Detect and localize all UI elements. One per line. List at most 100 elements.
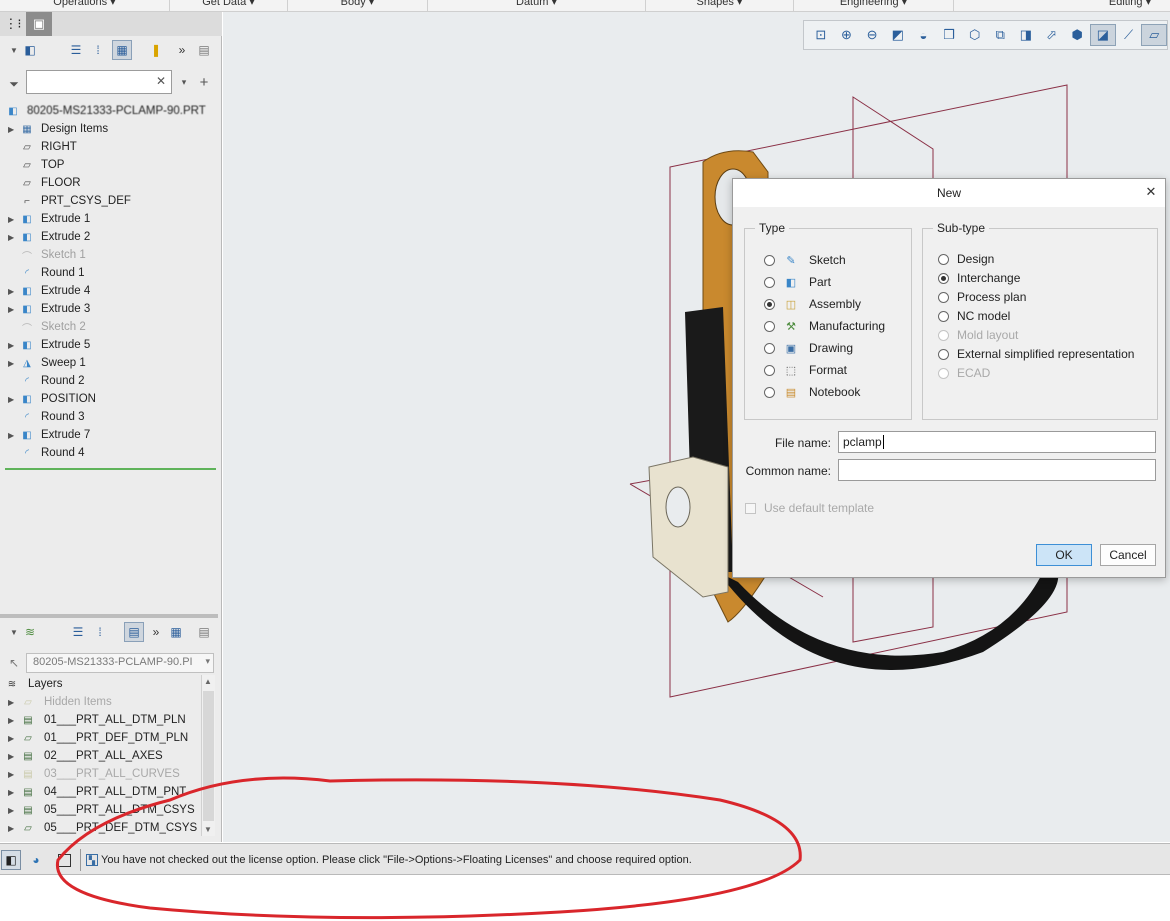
radio-circle[interactable] [764, 276, 775, 288]
model-tree-item[interactable]: ◜ Round 4 [0, 444, 215, 462]
layers-header[interactable]: ≋ Layers [0, 675, 200, 693]
model-tree-item[interactable]: ▶ ▦ Design Items [0, 120, 215, 138]
radio-circle[interactable] [938, 253, 949, 265]
expand-arrow-icon[interactable]: ▶ [8, 752, 20, 761]
subtype-option[interactable]: External simplified representation [938, 346, 1134, 362]
radio-circle[interactable] [938, 310, 949, 322]
dialog-title-bar[interactable]: New [733, 179, 1165, 207]
layer-list-icon[interactable]: ☰ [68, 622, 88, 642]
expand-arrow-icon[interactable]: ▶ [8, 806, 20, 815]
model-tree-item[interactable]: ▶ ◧ Extrude 4 [0, 282, 215, 300]
model-tree-icon[interactable]: ◧ [20, 40, 40, 60]
expand-arrow-icon[interactable]: ▶ [8, 215, 20, 224]
ribbon-group-editing[interactable]: Editing ▾ [1090, 0, 1170, 11]
layer-scrollbar[interactable]: ▲ ▼ [201, 675, 215, 836]
model-tree-item[interactable]: ⌒ Sketch 1 [0, 246, 215, 264]
type-option[interactable]: ◧ Part [764, 274, 831, 290]
type-option[interactable]: ✎ Sketch [764, 252, 846, 268]
ribbon-group-shapes[interactable]: Shapes ▾ [646, 0, 794, 11]
subtype-option[interactable]: Process plan [938, 289, 1026, 305]
full-screen-icon[interactable] [54, 850, 74, 870]
model-tree-item[interactable]: ▶ ◮ Sweep 1 [0, 354, 215, 372]
expand-arrow-icon[interactable]: ▶ [8, 359, 20, 368]
insert-marker[interactable] [5, 468, 216, 470]
model-tree-item[interactable]: ▶ ◧ Extrude 3 [0, 300, 215, 318]
expand-arrow-icon[interactable]: ▶ [8, 734, 20, 743]
layer-item[interactable]: ▶ ▱ 05___PRT_DEF_DTM_CSYS [0, 819, 200, 837]
search-dropdown-icon[interactable]: ▾ [174, 72, 194, 92]
tree-columns-icon[interactable]: ⁞ [88, 40, 108, 60]
model-tree-item[interactable]: ◜ Round 3 [0, 408, 215, 426]
model-tree-item[interactable]: ▱ TOP [0, 156, 215, 174]
type-option[interactable]: ▣ Drawing [764, 340, 853, 356]
model-tree-item[interactable]: ⌒ Sketch 2 [0, 318, 215, 336]
model-tree-root[interactable]: ◧ 80205-MS21333-PCLAMP-90.PRT [0, 102, 215, 120]
more-icon[interactable]: » [146, 622, 166, 642]
tree-settings-icon[interactable]: ▦ [112, 40, 132, 60]
subtype-option[interactable]: Design [938, 251, 994, 267]
model-tree-item[interactable]: ▶ ◧ Extrude 5 [0, 336, 215, 354]
type-option[interactable]: ▤ Notebook [764, 384, 860, 400]
radio-circle[interactable] [764, 342, 775, 354]
common-name-field[interactable] [838, 459, 1156, 481]
layer-item[interactable]: ▶ ▤ 03___PRT_ALL_CURVES [0, 765, 200, 783]
expand-arrow-icon[interactable]: ▶ [8, 287, 20, 296]
tree-filter-list-icon[interactable]: ☰ [66, 40, 86, 60]
expand-arrow-icon[interactable]: ▶ [8, 716, 20, 725]
expand-arrow-icon[interactable]: ▶ [8, 788, 20, 797]
layer-model-select[interactable]: 80205-MS21333-PCLAMP-90.PI ▾ [26, 653, 214, 673]
scroll-down-icon[interactable]: ▼ [204, 825, 212, 834]
type-option[interactable]: ◫ Assembly [764, 296, 861, 312]
layer-item[interactable]: ▶ ▱ 01___PRT_DEF_DTM_PLN [0, 729, 200, 747]
radio-circle[interactable] [764, 298, 775, 310]
model-tree-item[interactable]: ◜ Round 1 [0, 264, 215, 282]
model-tree-item[interactable]: ▶ ◧ Extrude 1 [0, 210, 215, 228]
pointer-icon[interactable]: ↖ [4, 653, 24, 673]
more-icon[interactable]: » [172, 40, 192, 60]
model-tree-item[interactable]: ▶ ◧ Extrude 7 [0, 426, 215, 444]
radio-circle[interactable] [938, 291, 949, 303]
type-option[interactable]: ⬚ Format [764, 362, 847, 378]
radio-circle[interactable] [764, 364, 775, 376]
ribbon-group-get-data[interactable]: Get Data ▾ [170, 0, 288, 11]
ribbon-group-datum[interactable]: Datum ▾ [428, 0, 646, 11]
expand-arrow-icon[interactable]: ▶ [8, 698, 20, 707]
model-tree-tab[interactable]: ⋮⁝ [0, 12, 26, 36]
layer-settings-icon[interactable]: ▤ [124, 622, 144, 642]
browser-icon[interactable]: ◕ [26, 850, 46, 870]
radio-circle[interactable] [764, 254, 775, 266]
close-icon[interactable]: ✕ [1143, 184, 1159, 200]
expand-arrow-icon[interactable]: ▶ [8, 305, 20, 314]
document-icon[interactable]: ▤ [194, 622, 214, 642]
layer-item[interactable]: ▶ ▤ 01___PRT_ALL_DTM_PLN [0, 711, 200, 729]
model-tree-item[interactable]: ▶ ◧ POSITION [0, 390, 215, 408]
expand-arrow-icon[interactable]: ▶ [8, 341, 20, 350]
radio-circle[interactable] [764, 320, 775, 332]
layer-item[interactable]: ▶ ▤ 04___PRT_ALL_DTM_PNT [0, 783, 200, 801]
radio-circle[interactable] [938, 272, 949, 284]
model-tree-search-input[interactable]: ✕ [26, 70, 172, 94]
type-option[interactable]: ⚒ Manufacturing [764, 318, 885, 334]
expand-arrow-icon[interactable]: ▶ [8, 233, 20, 242]
expand-arrow-icon[interactable]: ▶ [8, 770, 20, 779]
scroll-thumb[interactable] [203, 691, 214, 821]
radio-circle[interactable] [764, 386, 775, 398]
model-tree-item[interactable]: ▶ ◧ Extrude 2 [0, 228, 215, 246]
expand-arrow-icon[interactable]: ▶ [8, 125, 20, 134]
model-tree-item[interactable]: ▱ FLOOR [0, 174, 215, 192]
ribbon-group-body[interactable]: Body ▾ [288, 0, 428, 11]
cancel-button[interactable]: Cancel [1100, 544, 1156, 566]
use-default-template-checkbox[interactable]: Use default template [745, 501, 874, 515]
expand-arrow-icon[interactable]: ▶ [8, 824, 20, 833]
add-icon[interactable]: + [194, 72, 214, 92]
clear-search-icon[interactable]: ✕ [156, 74, 166, 88]
model-tree-item[interactable]: ▱ RIGHT [0, 138, 215, 156]
layer-columns-icon[interactable]: ⁞ [90, 622, 110, 642]
layer-item[interactable]: ▶ ▤ 05___PRT_ALL_DTM_CSYS [0, 801, 200, 819]
model-tree-item[interactable]: ◜ Round 2 [0, 372, 215, 390]
expand-arrow-icon[interactable]: ▶ [8, 431, 20, 440]
filter-icon[interactable]: ⏷ [4, 74, 24, 94]
model-tree-item[interactable]: ⌐ PRT_CSYS_DEF [0, 192, 215, 210]
scroll-up-icon[interactable]: ▲ [204, 677, 212, 686]
radio-circle[interactable] [938, 348, 949, 360]
